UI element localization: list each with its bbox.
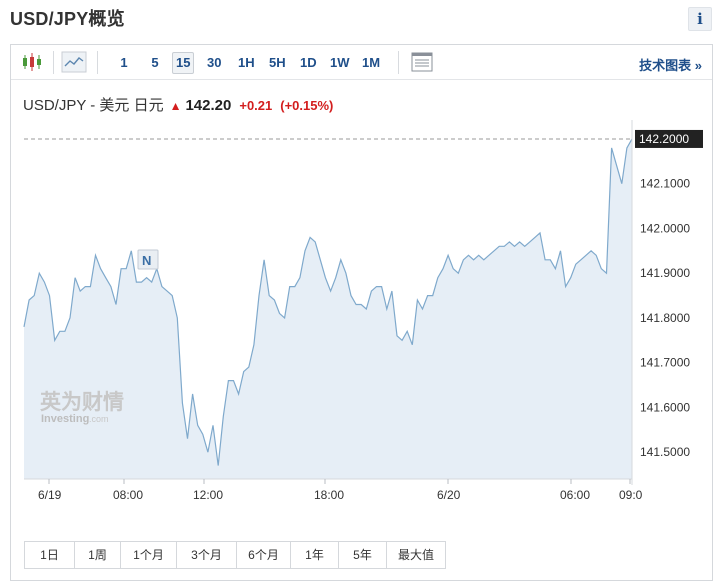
range-selector: 1日 1周 1个月 3个月 6个月 1年 5年 最大值 xyxy=(24,541,446,569)
watermark-brand-en: Investing xyxy=(41,413,89,425)
y-tick-label: 141.8000 xyxy=(640,311,690,325)
current-price-label: 142.2000 xyxy=(639,132,689,146)
x-tick-label: 06:00 xyxy=(560,488,590,502)
range-button[interactable]: 6个月 xyxy=(237,542,291,568)
range-button[interactable]: 5年 xyxy=(339,542,387,568)
y-tick-label: 141.5000 xyxy=(640,445,690,459)
range-button[interactable]: 最大值 xyxy=(387,542,445,568)
x-tick-label: 18:00 xyxy=(314,488,344,502)
info-button[interactable]: i xyxy=(688,7,712,31)
price-chart[interactable]: 142.1000 142.0000 141.9000 141.8000 141.7000… xyxy=(11,45,712,515)
chart-panel: 1 5 15 30 1H 5H 1D 1W 1M 技术图表 » USD/JPY - 美元 日元 … xyxy=(10,44,713,581)
y-tick-label: 141.7000 xyxy=(640,356,690,370)
y-tick-label: 142.1000 xyxy=(640,177,690,191)
x-tick-label: 09:0 xyxy=(619,488,643,502)
range-button[interactable]: 1周 xyxy=(75,542,121,568)
range-button[interactable]: 3个月 xyxy=(177,542,237,568)
page-title: USD/JPY概览 xyxy=(10,9,125,29)
range-button[interactable]: 1个月 xyxy=(121,542,177,568)
watermark-brand-cn: 英为财情 xyxy=(40,390,124,414)
x-tick-label: 6/19 xyxy=(38,488,62,502)
y-tick-label: 141.6000 xyxy=(640,400,690,414)
watermark-brand-suffix: .com xyxy=(89,414,109,424)
y-tick-label: 142.0000 xyxy=(640,221,690,235)
x-tick-label: 12:00 xyxy=(193,488,223,502)
range-button[interactable]: 1年 xyxy=(291,542,339,568)
x-tick-label: 6/20 xyxy=(437,488,461,502)
news-marker-label: N xyxy=(142,253,151,268)
price-area-fill xyxy=(24,138,632,479)
range-button[interactable]: 1日 xyxy=(25,542,75,568)
y-tick-label: 141.9000 xyxy=(640,266,690,280)
x-tick-label: 08:00 xyxy=(113,488,143,502)
